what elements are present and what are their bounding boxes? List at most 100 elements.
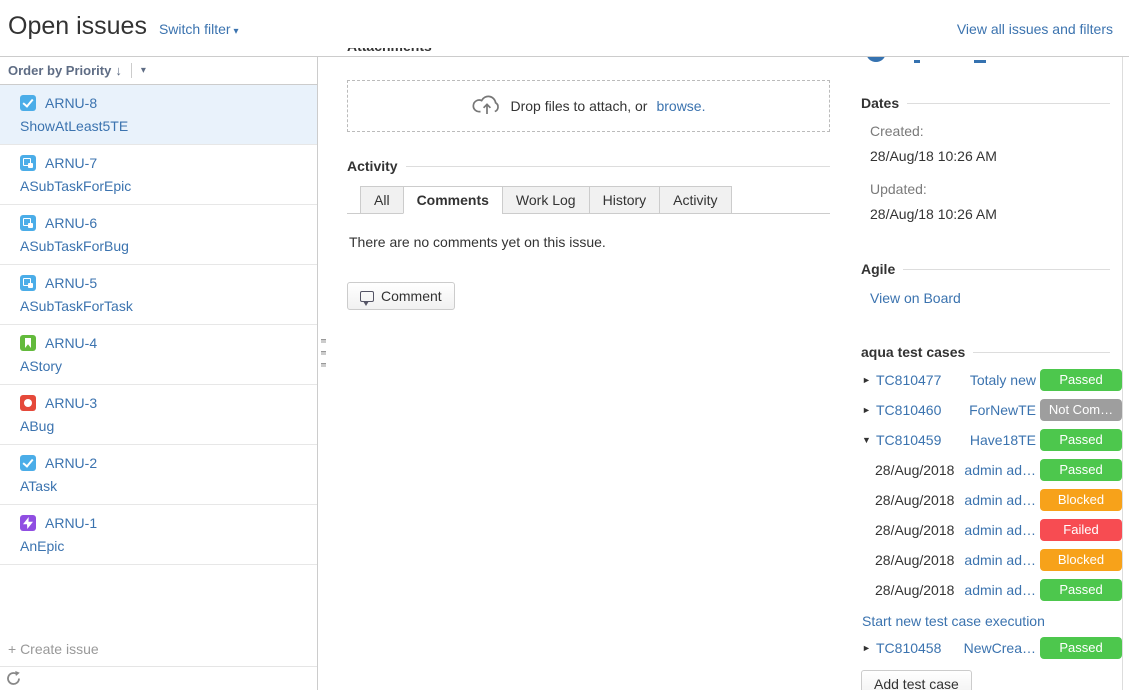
issue-key-link[interactable]: ARNU-4 — [45, 335, 97, 351]
issue-summary-link[interactable]: ABug — [20, 418, 309, 434]
tab-all[interactable]: All — [360, 186, 404, 214]
test-case-id-link[interactable]: TC810477 — [876, 372, 941, 388]
test-case-row: ▼TC810459 Have18TE Passed — [861, 425, 1122, 455]
issue-list-item[interactable]: ARNU-3 ABug — [0, 385, 317, 445]
switch-filter-link[interactable]: Switch filter▾ — [159, 21, 239, 37]
issue-summary-link[interactable]: ASubTaskForTask — [20, 298, 309, 314]
status-badge[interactable]: Passed — [1040, 579, 1122, 601]
issue-key-link[interactable]: ARNU-1 — [45, 515, 97, 531]
issue-list-item[interactable]: ARNU-7 ASubTaskForEpic — [0, 145, 317, 205]
issue-summary-link[interactable]: ATask — [20, 478, 309, 494]
view-all-issues-link[interactable]: View all issues and filters — [957, 21, 1113, 37]
divider — [131, 63, 132, 78]
order-by-button[interactable]: Order by Priority ↓ — [8, 63, 122, 78]
issue-list-item[interactable]: ARNU-1 AnEpic — [0, 505, 317, 565]
expand-collapse-icon[interactable]: ▼ — [862, 435, 876, 445]
issue-list-item[interactable]: ARNU-4 AStory — [0, 325, 317, 385]
issue-summary-link[interactable]: AnEpic — [20, 538, 309, 554]
status-badge[interactable]: Blocked — [1040, 489, 1122, 511]
issue-key-link[interactable]: ARNU-5 — [45, 275, 97, 291]
execution-date: 28/Aug/2018 — [875, 462, 954, 478]
issue-key-link[interactable]: ARNU-8 — [45, 95, 97, 111]
status-badge[interactable]: Blocked — [1040, 549, 1122, 571]
comment-button[interactable]: Comment — [347, 282, 455, 310]
expand-collapse-icon[interactable]: ► — [862, 643, 876, 653]
tab-activity[interactable]: Activity — [659, 186, 731, 214]
issue-list-sidebar: Order by Priority ↓ ▾ ARNU-8 ShowAtLeast… — [0, 57, 318, 690]
test-case-name-link[interactable]: Totaly new — [962, 372, 1036, 388]
attachment-dropzone[interactable]: Drop files to attach, or browse. — [347, 80, 830, 132]
start-test-execution-link[interactable]: Start new test case execution — [862, 613, 1122, 629]
test-case-name-link[interactable]: ForNewTE — [962, 402, 1036, 418]
test-cases-heading: aqua test cases — [861, 344, 965, 360]
tab-comments[interactable]: Comments — [403, 186, 503, 214]
expand-collapse-icon[interactable]: ► — [862, 375, 876, 385]
avatar — [866, 57, 886, 62]
test-execution-row: 28/Aug/2018 admin ad… Blocked — [861, 545, 1122, 575]
issue-detail-main: Drop files to attach, or browse. Activit… — [347, 57, 830, 690]
test-case-name-link[interactable]: Have18TE — [962, 432, 1036, 448]
status-badge[interactable]: Passed — [1040, 429, 1122, 451]
execution-user-link[interactable]: admin ad… — [962, 552, 1036, 568]
view-on-board-link[interactable]: View on Board — [861, 290, 1122, 306]
order-menu-chevron-down-icon[interactable]: ▾ — [141, 65, 146, 76]
issue-type-icon — [20, 335, 36, 351]
test-case-id-link[interactable]: TC810459 — [876, 432, 941, 448]
status-badge[interactable]: Failed — [1040, 519, 1122, 541]
issue-type-icon — [20, 275, 36, 291]
add-test-case-button[interactable]: Add test case — [861, 670, 972, 690]
test-case-name-link[interactable]: NewCrea… — [962, 640, 1036, 656]
issue-type-icon — [20, 95, 36, 111]
browse-link[interactable]: browse. — [656, 98, 705, 114]
divider — [0, 666, 317, 667]
issue-list-item[interactable]: ARNU-6 ASubTaskForBug — [0, 205, 317, 265]
agile-heading: Agile — [861, 261, 895, 277]
test-case-id-link[interactable]: TC810458 — [876, 640, 941, 656]
header-divider — [0, 56, 1129, 57]
expand-collapse-icon[interactable]: ► — [862, 405, 876, 415]
issue-detail-side-panel: Dates Created: 28/Aug/18 10:26 AM Update… — [845, 57, 1122, 690]
created-label: Created: — [861, 123, 1122, 139]
agile-section-heading: Agile — [861, 261, 1110, 277]
issue-key-link[interactable]: ARNU-3 — [45, 395, 97, 411]
execution-user-link[interactable]: admin ad… — [962, 582, 1036, 598]
tab-history[interactable]: History — [589, 186, 661, 214]
test-case-row: ►TC810477 Totaly new Passed — [861, 365, 1122, 395]
refresh-icon[interactable] — [6, 671, 21, 689]
create-issue-button[interactable]: + Create issue — [8, 641, 99, 657]
sort-arrow-down-icon: ↓ — [115, 63, 122, 78]
created-value: 28/Aug/18 10:26 AM — [861, 148, 1122, 164]
right-scrollbar-track[interactable] — [1122, 57, 1123, 690]
issue-summary-link[interactable]: AStory — [20, 358, 309, 374]
issue-key-link[interactable]: ARNU-2 — [45, 455, 97, 471]
execution-date: 28/Aug/2018 — [875, 552, 954, 568]
issue-list-item[interactable]: ARNU-5 ASubTaskForTask — [0, 265, 317, 325]
test-case-id-link[interactable]: TC810460 — [876, 402, 941, 418]
status-badge[interactable]: Passed — [1040, 459, 1122, 481]
dates-heading: Dates — [861, 95, 899, 111]
issue-summary-link[interactable]: ShowAtLeast5TE — [20, 118, 309, 134]
status-badge[interactable]: Not Com… — [1040, 399, 1122, 421]
activity-section-heading: Activity — [347, 158, 830, 174]
issue-summary-link[interactable]: ASubTaskForBug — [20, 238, 309, 254]
updated-value: 28/Aug/18 10:26 AM — [861, 206, 1122, 222]
execution-user-link[interactable]: admin ad… — [962, 522, 1036, 538]
issue-key-link[interactable]: ARNU-6 — [45, 215, 97, 231]
page-title: Open issues — [8, 12, 147, 41]
execution-user-link[interactable]: admin ad… — [962, 462, 1036, 478]
execution-user-link[interactable]: admin ad… — [962, 492, 1036, 508]
status-badge[interactable]: Passed — [1040, 637, 1122, 659]
test-case-list: ►TC810477 Totaly new Passed ►TC810460 Fo… — [861, 365, 1122, 605]
issue-type-icon — [20, 515, 36, 531]
issue-type-icon — [20, 455, 36, 471]
issue-summary-link[interactable]: ASubTaskForEpic — [20, 178, 309, 194]
issue-list-item[interactable]: ARNU-2 ATask — [0, 445, 317, 505]
activity-heading: Activity — [347, 158, 398, 174]
status-badge[interactable]: Passed — [1040, 369, 1122, 391]
issue-type-icon — [20, 155, 36, 171]
issue-list-item[interactable]: ARNU-8 ShowAtLeast5TE — [0, 85, 317, 145]
issue-key-link[interactable]: ARNU-7 — [45, 155, 97, 171]
dropzone-text: Drop files to attach, or — [511, 98, 648, 114]
panel-resize-grip-icon[interactable] — [321, 339, 326, 367]
tab-work-log[interactable]: Work Log — [502, 186, 590, 214]
